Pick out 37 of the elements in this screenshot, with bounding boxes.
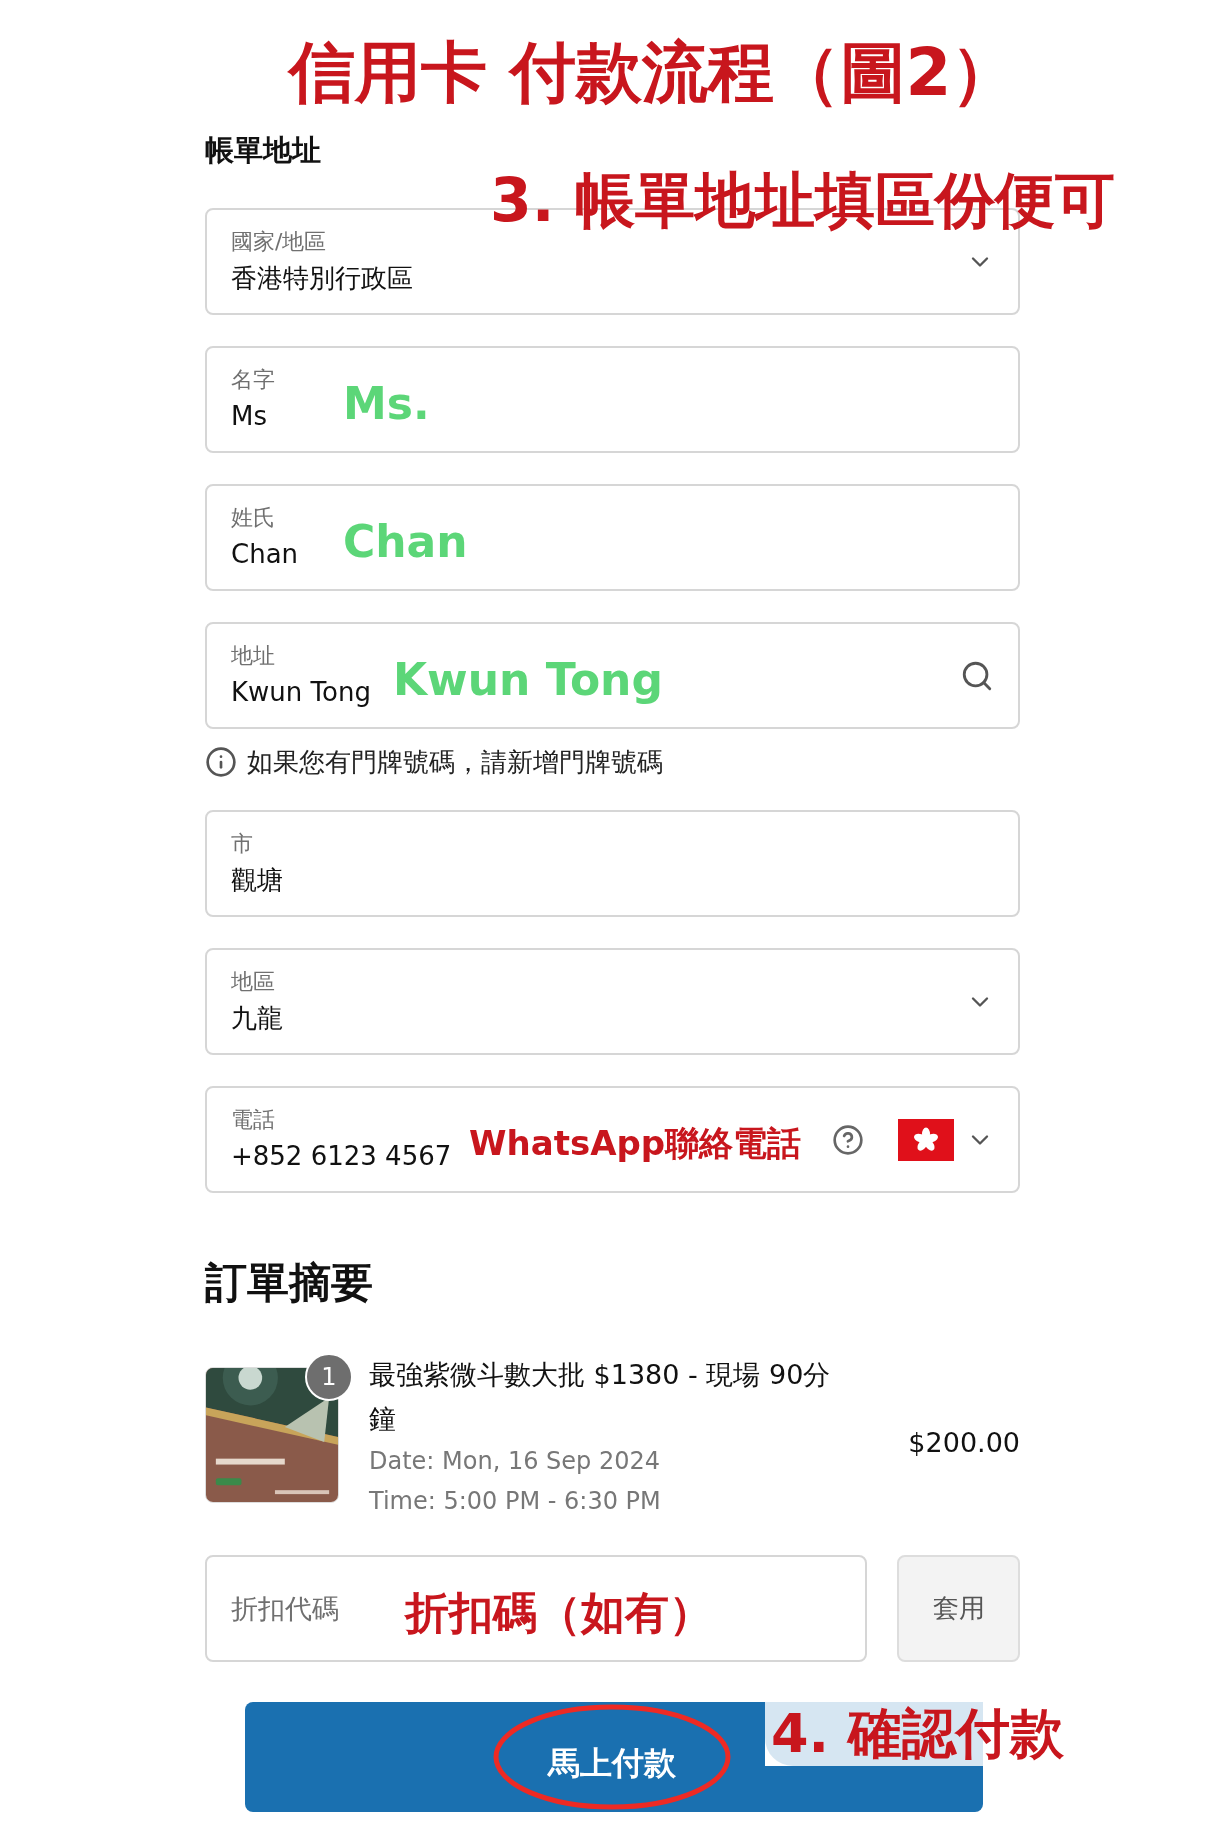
field-value: Ms <box>231 399 267 433</box>
field-label: 名字 <box>231 365 275 394</box>
section-heading: 訂單摘要 <box>205 1257 374 1309</box>
field-value: +852 6123 4567 <box>231 1139 452 1173</box>
product-date: Date: Mon, 16 Sep 2024 <box>369 1446 661 1477</box>
section-heading: 帳單地址 <box>205 132 322 169</box>
field-value: 香港特別行政區 <box>231 261 413 295</box>
page-title: 信用卡 付款流程（圖2） <box>288 33 1018 113</box>
quantity-badge: 1 <box>305 1353 353 1401</box>
field-value: Chan <box>231 537 299 571</box>
hint-text: 如果您有門牌號碼，請新增門牌號碼 <box>247 745 663 779</box>
annotation-text: WhatsApp聯絡電話 <box>469 1125 802 1160</box>
product-price: $200.00 <box>908 1426 1020 1458</box>
info-icon <box>205 746 237 778</box>
annotation-text: Chan <box>343 519 468 564</box>
flag-icon[interactable] <box>898 1118 954 1161</box>
annotation-text: 折扣碼（如有） <box>405 1590 713 1635</box>
field-label: 姓氏 <box>231 503 275 532</box>
field-label: 地址 <box>231 641 275 670</box>
help-icon[interactable] <box>832 1124 864 1156</box>
pay-button[interactable]: 馬上付款 <box>245 1702 765 1812</box>
form-field[interactable]: 市 觀塘 <box>205 810 1020 917</box>
field-value: 觀塘 <box>231 863 283 897</box>
field-label: 電話 <box>231 1105 275 1134</box>
field-label: 國家/地區 <box>231 227 327 256</box>
product-time: Time: 5:00 PM - 6:30 PM <box>369 1486 661 1517</box>
annotation-text: Kwun Tong <box>393 657 663 702</box>
form-field[interactable]: 名字 Ms Ms. <box>205 346 1020 453</box>
field-value: 九龍 <box>231 1001 283 1035</box>
form-field[interactable]: 姓氏 Chan Chan <box>205 484 1020 591</box>
annotation-text: Ms. <box>343 381 430 426</box>
apply-button[interactable]: 套用 <box>897 1555 1020 1662</box>
form-field[interactable]: 地區 九龍 <box>205 948 1020 1055</box>
field-value: Kwun Tong <box>231 675 371 709</box>
field-label: 地區 <box>231 967 275 996</box>
product-name: 最強紫微斗數大批 $1380 - 現場 90分鐘 <box>369 1358 832 1436</box>
field-label: 市 <box>231 829 253 858</box>
